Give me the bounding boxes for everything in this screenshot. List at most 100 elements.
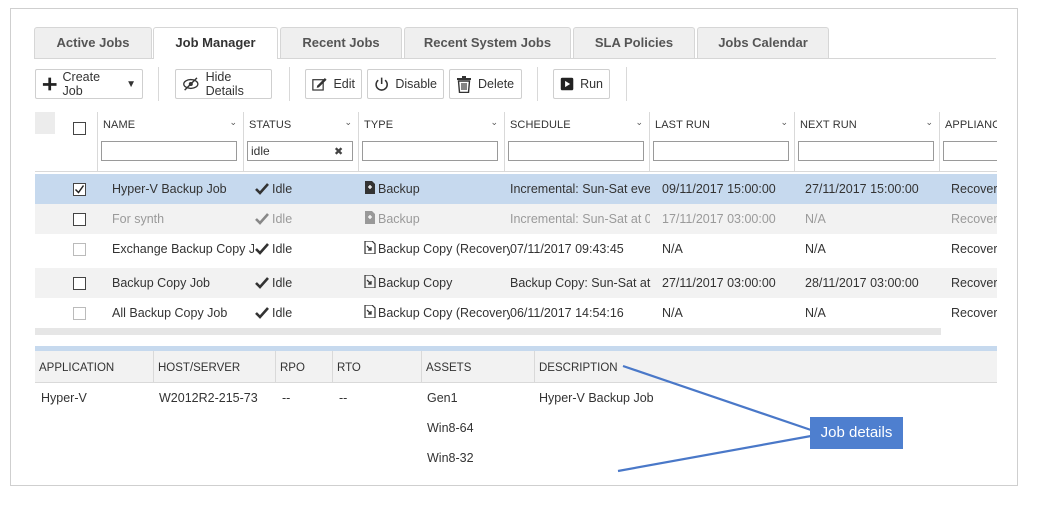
- job-status-label: Idle: [272, 242, 293, 256]
- table-row[interactable]: Backup Copy Job Idle Backup Copy Backup …: [35, 268, 997, 298]
- chevron-down-icon[interactable]: ⌄: [925, 117, 933, 128]
- job-type-label: Backup: [378, 212, 420, 226]
- backup-icon: [365, 181, 375, 194]
- checkmark-icon: [255, 213, 269, 225]
- row-checkbox[interactable]: [73, 243, 86, 256]
- job-next-run: N/A: [805, 212, 826, 226]
- job-appliance: Recovery: [951, 276, 997, 290]
- row-checkbox[interactable]: [73, 183, 86, 196]
- backup-copy-icon: [364, 275, 376, 288]
- job-type: Backup Copy: [364, 268, 504, 298]
- job-appliance: Recovery: [951, 242, 997, 256]
- select-all-checkbox[interactable]: [73, 122, 86, 135]
- details-header-rto: RTO: [332, 351, 421, 383]
- detail-host-server: W2012R2-215-73: [159, 391, 258, 405]
- disable-button[interactable]: Disable: [367, 69, 444, 99]
- delete-button[interactable]: Delete: [449, 69, 522, 99]
- edit-button[interactable]: Edit: [305, 69, 362, 99]
- job-status-label: Idle: [272, 212, 293, 226]
- backup-copy-icon: [364, 241, 376, 254]
- toolbar-separator: [537, 67, 538, 101]
- job-status: Idle: [255, 298, 365, 328]
- backup-icon: [365, 211, 375, 224]
- column-last-run[interactable]: LAST RUN ⌄: [649, 112, 794, 172]
- column-schedule[interactable]: SCHEDULE ⌄: [504, 112, 649, 172]
- details-header-assets: ASSETS: [421, 351, 534, 383]
- type-filter-input[interactable]: [362, 141, 498, 161]
- chevron-down-icon[interactable]: ⌄: [780, 117, 788, 128]
- chevron-down-icon[interactable]: ⌄: [229, 117, 237, 128]
- detail-asset: Gen1: [427, 391, 458, 405]
- tab-sla-policies[interactable]: SLA Policies: [573, 27, 695, 58]
- job-appliance: Recovery: [951, 182, 997, 196]
- table-row[interactable]: Exchange Backup Copy Job Idle Backup Cop…: [35, 234, 997, 264]
- tab-recent-system-jobs[interactable]: Recent System Jobs: [404, 27, 571, 58]
- schedule-filter-input[interactable]: [508, 141, 644, 161]
- create-job-button[interactable]: Create Job ▼: [35, 69, 143, 99]
- checkmark-icon: [255, 243, 269, 255]
- job-status-label: Idle: [272, 306, 293, 320]
- job-appliance: Recovery: [951, 212, 997, 226]
- tab-jobs-calendar[interactable]: Jobs Calendar: [697, 27, 829, 58]
- table-row[interactable]: Hyper-V Backup Job Idle Backup Increment…: [35, 174, 997, 204]
- row-checkbox[interactable]: [73, 213, 86, 226]
- run-button[interactable]: Run: [553, 69, 610, 99]
- detail-asset: Win8-64: [427, 421, 474, 435]
- tab-job-manager[interactable]: Job Manager: [153, 27, 278, 59]
- tab-recent-jobs[interactable]: Recent Jobs: [280, 27, 402, 58]
- row-checkbox[interactable]: [73, 307, 86, 320]
- toolbar-separator: [289, 67, 290, 101]
- column-name-label: NAME: [103, 119, 136, 131]
- column-last-run-label: LAST RUN: [655, 119, 710, 131]
- checkmark-icon: [255, 277, 269, 289]
- job-next-run: N/A: [805, 306, 826, 320]
- job-type-label: Backup Copy (Recovery-: [378, 242, 510, 256]
- chevron-down-icon[interactable]: ⌄: [344, 117, 352, 128]
- clear-filter-icon[interactable]: ✖: [334, 145, 343, 158]
- column-type[interactable]: TYPE ⌄: [358, 112, 504, 172]
- checkmark-icon: [255, 307, 269, 319]
- job-type: Backup: [364, 204, 504, 234]
- job-schedule: Backup Copy: Sun-Sat at 03: [510, 276, 652, 290]
- edit-icon: [312, 77, 327, 91]
- column-name[interactable]: NAME ⌄: [97, 112, 243, 172]
- tab-active-jobs[interactable]: Active Jobs: [34, 27, 152, 58]
- horizontal-scrollbar[interactable]: [35, 328, 941, 335]
- job-name: Exchange Backup Copy Job: [112, 242, 254, 256]
- job-last-run: 27/11/2017 03:00:00: [662, 276, 776, 290]
- hide-eye-icon: [183, 77, 199, 91]
- name-filter-input[interactable]: [101, 141, 237, 161]
- job-status: Idle: [255, 174, 365, 204]
- job-last-run: N/A: [662, 242, 683, 256]
- next-run-filter-input[interactable]: [798, 141, 934, 161]
- column-status-label: STATUS: [249, 119, 292, 131]
- delete-label: Delete: [478, 77, 515, 91]
- chevron-down-icon[interactable]: ⌄: [635, 117, 643, 128]
- power-icon: [375, 77, 388, 91]
- toolbar-separator: [158, 67, 159, 101]
- column-next-run[interactable]: NEXT RUN ⌄: [794, 112, 939, 172]
- detail-description: Hyper-V Backup Job: [539, 391, 654, 405]
- last-run-filter-input[interactable]: [653, 141, 789, 161]
- job-schedule: 07/11/2017 09:43:45: [510, 242, 624, 256]
- column-status[interactable]: STATUS ⌄ idle ✖: [243, 112, 358, 172]
- backup-copy-icon: [364, 305, 376, 318]
- row-checkbox[interactable]: [73, 277, 86, 290]
- table-row[interactable]: All Backup Copy Job Idle Backup Copy (Re…: [35, 298, 997, 328]
- detail-asset: Win8-32: [427, 451, 474, 465]
- trash-icon: [457, 75, 471, 93]
- column-appliance[interactable]: APPLIANCE: [939, 112, 997, 172]
- job-schedule: Incremental: Sun-Sat at 03:: [510, 212, 650, 226]
- job-type: Backup Copy (Recovery-: [364, 298, 510, 328]
- dropdown-caret-icon: ▼: [126, 78, 136, 90]
- hide-details-button[interactable]: Hide Details: [175, 69, 272, 99]
- table-row[interactable]: For synth Idle Backup Incremental: Sun-S…: [35, 204, 997, 234]
- job-status-label: Idle: [272, 182, 293, 196]
- job-name: Hyper-V Backup Job: [112, 182, 227, 196]
- job-appliance: Recovery: [951, 306, 997, 320]
- job-name: For synth: [112, 212, 165, 226]
- appliance-filter-input[interactable]: [943, 141, 997, 161]
- job-status: Idle: [255, 234, 365, 264]
- chevron-down-icon[interactable]: ⌄: [490, 117, 498, 128]
- checkmark-icon: [255, 183, 269, 195]
